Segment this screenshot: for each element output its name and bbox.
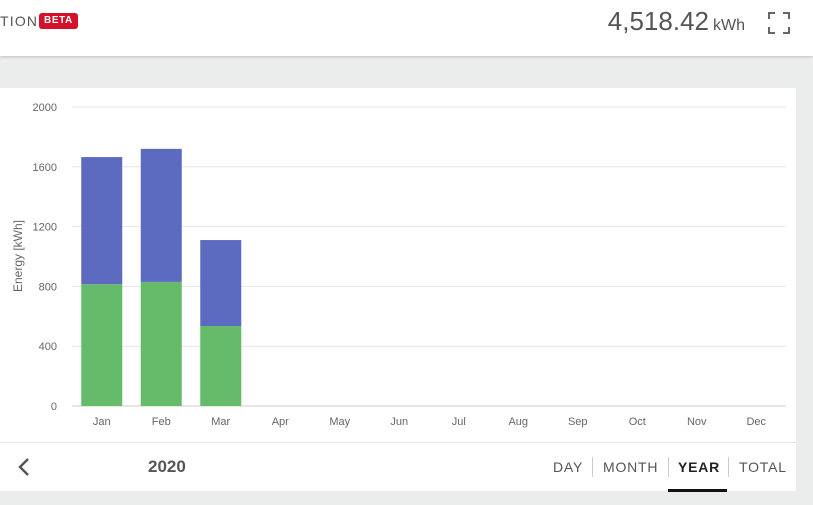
y-tick-label: 1200: [33, 222, 57, 234]
tab-month[interactable]: MONTH: [603, 459, 658, 475]
energy-total: 4,518.42 kWh: [608, 6, 745, 38]
tab-divider: [592, 457, 593, 477]
y-tick-label: 2000: [33, 102, 57, 114]
bar-segment-green[interactable]: [200, 326, 242, 406]
tab-divider: [728, 457, 729, 477]
tab-total[interactable]: TOTAL: [739, 459, 787, 475]
x-tick-label: Jun: [390, 416, 408, 428]
beta-badge: BETA: [39, 13, 78, 29]
bar-segment-green[interactable]: [140, 281, 182, 406]
x-tick-label: Mar: [211, 416, 230, 428]
page-title: TION: [0, 13, 39, 29]
y-tick-label: 0: [51, 401, 57, 413]
x-tick-label: Jul: [452, 416, 466, 428]
x-tick-label: Oct: [629, 416, 646, 428]
footer-bar: 2020 DAY MONTH YEAR TOTAL: [0, 442, 796, 492]
energy-total-value: 4,518.42: [607, 6, 709, 36]
tab-day[interactable]: DAY: [553, 459, 583, 475]
chart-card: 0 400 800 1200 1600 2000 Jan Feb Mar Apr May Jun Jul…: [0, 88, 796, 492]
y-tick-label: 800: [39, 281, 57, 293]
bar-segment-green[interactable]: [81, 284, 123, 406]
active-tab-indicator: [668, 489, 727, 492]
bar-segment-blue[interactable]: [200, 240, 242, 327]
x-tick-label: Dec: [746, 416, 766, 428]
x-tick-label: Sep: [568, 416, 588, 428]
y-tick-label: 400: [39, 341, 57, 353]
y-tick-label: 1600: [33, 162, 57, 174]
energy-total-unit: kWh: [713, 17, 745, 34]
x-tick-label: Nov: [687, 416, 707, 428]
fullscreen-icon[interactable]: [766, 10, 792, 36]
bar-segment-blue[interactable]: [81, 157, 123, 285]
bar-segment-blue[interactable]: [140, 148, 182, 282]
year-label: 2020: [148, 457, 186, 476]
header: TION BETA 4,518.42 kWh: [0, 0, 813, 56]
x-tick-label: Jan: [93, 416, 111, 428]
x-tick-label: Apr: [272, 416, 289, 428]
x-tick-label: Aug: [508, 416, 528, 428]
x-tick-label: Feb: [152, 416, 171, 428]
energy-chart: 0 400 800 1200 1600 2000 Jan Feb Mar Apr May Jun Jul…: [11, 102, 786, 428]
chevron-left-icon[interactable]: [12, 453, 38, 481]
y-axis-label: Energy [kWh]: [11, 220, 25, 292]
tab-year[interactable]: YEAR: [678, 459, 720, 475]
tab-divider: [668, 457, 669, 477]
x-tick-label: May: [329, 416, 350, 428]
